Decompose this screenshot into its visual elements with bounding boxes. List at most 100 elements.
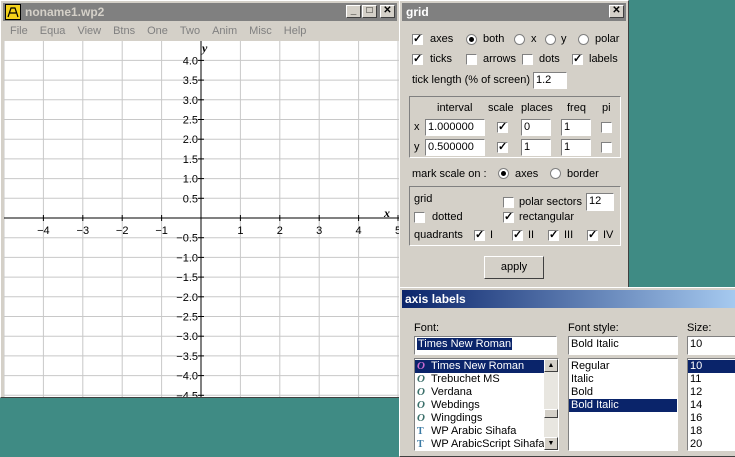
font-list-item[interactable]: O Wingdings [415, 412, 544, 425]
polar-sectors-input[interactable]: 12 [586, 193, 614, 211]
maximize-button[interactable]: □ [362, 5, 377, 18]
font-style-list-item[interactable]: Bold Italic [569, 399, 677, 412]
size-list-item[interactable]: 18 [688, 425, 735, 438]
font-list-item[interactable]: O Verdana [415, 386, 544, 399]
y-scale-checkbox[interactable]: ✓ [497, 142, 508, 153]
menu-item-two[interactable]: Two [180, 25, 200, 37]
scroll-thumb[interactable] [544, 409, 558, 418]
minimize-button[interactable]: _ [346, 5, 361, 18]
grid-title: grid [406, 5, 429, 19]
font-list-item[interactable]: O Times New Roman [415, 360, 544, 373]
graph-canvas[interactable]: −4 −3 −2 −1 1 2 3 4 5 4.0 3.5 3.0 2.5 2.0 1.5 1.0 0.5 −0.… [4, 41, 399, 397]
main-title: noname1.wp2 [25, 5, 105, 19]
font-style-list[interactable]: Regular Italic Bold Bold Italic [568, 358, 678, 451]
rectangular-label: rectangular [519, 211, 575, 223]
x-tick-label: 1 [237, 225, 243, 237]
size-list-item[interactable]: 16 [688, 412, 735, 425]
apply-button[interactable]: apply [484, 256, 544, 279]
quadrant-3-checkbox[interactable]: ✓ [548, 230, 559, 241]
close-button[interactable]: ✕ [380, 5, 395, 18]
y-tick-label: 0.5 [183, 193, 198, 205]
quadrant-2-label: II [528, 229, 535, 241]
quadrant-2-checkbox[interactable]: ✓ [512, 230, 523, 241]
font-list-item-label: WP ArabicScript Sihafa [431, 438, 545, 450]
y-radio[interactable] [545, 34, 556, 45]
grid-close-button[interactable]: ✕ [609, 5, 624, 18]
y-axis-label: y [200, 41, 208, 55]
grid-title-bar[interactable]: grid ✕ [402, 3, 626, 21]
size-list-item[interactable]: 12 [688, 386, 735, 399]
x-scale-checkbox[interactable]: ✓ [497, 122, 508, 133]
axes-checkbox[interactable]: ✓ [412, 34, 423, 45]
font-style-list-item[interactable]: Regular [569, 360, 677, 373]
y-tick-label: −1.0 [176, 252, 198, 264]
dotted-checkbox[interactable] [414, 212, 425, 223]
font-list-item[interactable]: O Trebuchet MS [415, 373, 544, 386]
both-radio[interactable] [466, 34, 477, 45]
menu-item-help[interactable]: Help [284, 25, 307, 37]
scroll-up-arrow-icon[interactable]: ▲ [544, 359, 558, 372]
size-list-item[interactable]: 14 [688, 399, 735, 412]
font-list-item-label: WP Arabic Sihafa [431, 425, 517, 437]
menu-item-equa[interactable]: Equa [40, 25, 66, 37]
polar-radio[interactable] [578, 34, 589, 45]
size-list-item[interactable]: 10 [688, 360, 735, 373]
font-style-list-item[interactable]: Italic [569, 373, 677, 386]
font-list[interactable]: O Times New Roman O Trebuchet MS O Verdana O We… [414, 358, 559, 451]
col-pi-header: pi [602, 102, 611, 114]
mark-axes-radio[interactable] [498, 168, 509, 179]
font-list-item[interactable]: T WP Arabic Sihafa [415, 425, 544, 438]
y-tick-label: 1.5 [183, 154, 198, 166]
x-radio[interactable] [514, 34, 525, 45]
polar-sectors-checkbox[interactable] [503, 197, 514, 208]
opentype-font-icon: O [417, 360, 425, 372]
y-tick-label: −1.5 [176, 272, 198, 284]
col-freq-header: freq [567, 102, 586, 114]
dots-checkbox[interactable] [522, 54, 533, 65]
menu-item-anim[interactable]: Anim [212, 25, 237, 37]
x-interval-input[interactable]: 1.000000 [425, 119, 485, 136]
size-input[interactable]: 10 [687, 336, 735, 355]
grid-group-label: grid [414, 193, 433, 205]
font-list-item[interactable]: T WP ArabicScript Sihafa [415, 438, 545, 450]
quadrant-4-checkbox[interactable]: ✓ [587, 230, 598, 241]
size-list-item[interactable]: 20 [688, 438, 735, 450]
y-places-input[interactable]: 1 [521, 139, 551, 156]
truetype-font-icon: T [417, 426, 424, 437]
size-list-item[interactable]: 11 [688, 373, 735, 386]
y-pi-checkbox[interactable] [601, 142, 612, 153]
menu-item-view[interactable]: View [77, 25, 101, 37]
menu-item-file[interactable]: File [10, 25, 28, 37]
x-freq-input[interactable]: 1 [561, 119, 591, 136]
y-tick-label: 3.0 [183, 95, 198, 107]
x-places-input[interactable]: 0 [521, 119, 551, 136]
menu-item-one[interactable]: One [147, 25, 168, 37]
font-list-scrollbar[interactable]: ▲ ▼ [544, 359, 558, 450]
arrows-label: arrows [483, 53, 517, 65]
main-title-bar[interactable]: noname1.wp2 _ □ ✕ [3, 3, 397, 21]
y-radio-label: y [561, 33, 567, 45]
font-style-input[interactable]: Bold Italic [568, 336, 678, 355]
arrows-checkbox[interactable] [466, 54, 477, 65]
font-style-list-item[interactable]: Bold [569, 386, 677, 399]
rectangular-checkbox[interactable]: ✓ [503, 212, 514, 223]
x-pi-checkbox[interactable] [601, 122, 612, 133]
x-tick-label: −1 [155, 225, 168, 237]
y-interval-input[interactable]: 0.500000 [425, 139, 485, 156]
tick-length-input[interactable]: 1.2 [533, 72, 567, 89]
font-input[interactable]: Times New Roman [414, 336, 557, 355]
axis-labels-dialog: axis labels Font: Times New Roman O Times… [399, 287, 735, 457]
scroll-down-arrow-icon[interactable]: ▼ [544, 437, 558, 450]
axis-labels-title-bar[interactable]: axis labels [402, 290, 735, 308]
menu-item-btns[interactable]: Btns [113, 25, 135, 37]
font-list-item[interactable]: O Webdings [415, 399, 544, 412]
size-list[interactable]: 10 11 12 14 16 18 20 [687, 358, 735, 451]
mark-border-radio[interactable] [550, 168, 561, 179]
opentype-font-icon: O [417, 386, 425, 398]
y-freq-input[interactable]: 1 [561, 139, 591, 156]
quadrant-1-checkbox[interactable]: ✓ [474, 230, 485, 241]
font-list-item-label: Webdings [431, 399, 480, 411]
menu-item-misc[interactable]: Misc [249, 25, 272, 37]
labels-checkbox[interactable]: ✓ [572, 54, 583, 65]
ticks-checkbox[interactable]: ✓ [412, 54, 423, 65]
